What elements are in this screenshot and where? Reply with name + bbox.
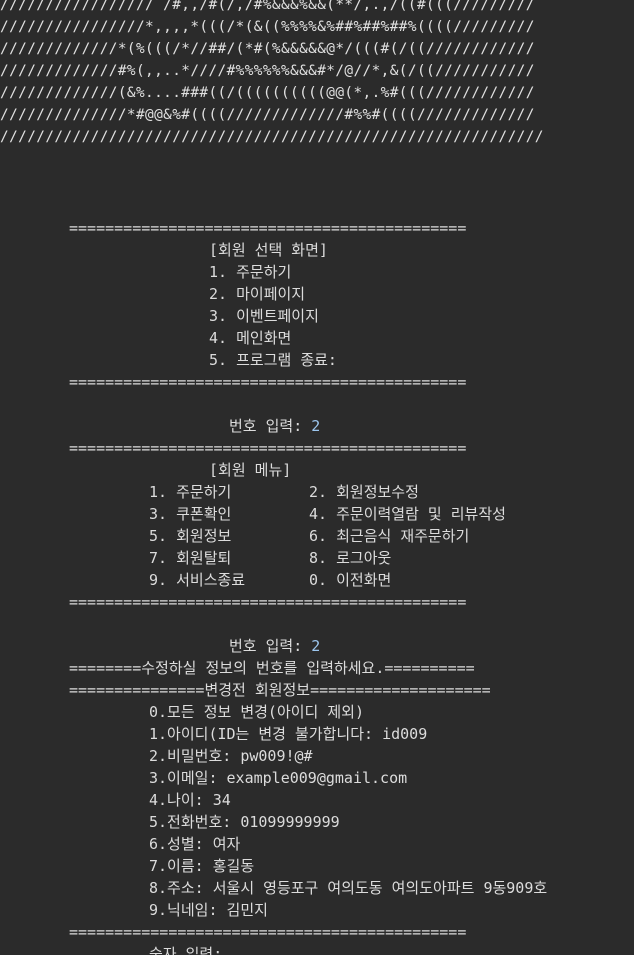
select-menu-item: 4. 메인화면 (209, 329, 292, 347)
prompt-label: 번호 입력: (229, 417, 312, 435)
info-line: 5.전화번호: 01099999999 (149, 813, 340, 831)
before-info-header: ===============변경전 회원정보=================… (69, 681, 491, 699)
divider: ========================================… (69, 923, 467, 941)
ascii-art-line: ///////////////// /#,,/#(/,/#%&&&%&&(**/… (0, 0, 535, 13)
info-line: 6.성별: 여자 (149, 835, 241, 853)
member-menu-item: 1. 주문하기 (149, 483, 232, 501)
select-menu-item: 5. 프로그램 종료: (209, 351, 337, 369)
info-line: 3.이메일: example009@gmail.com (149, 769, 408, 787)
member-menu-item: 7. 회원탈퇴 (149, 549, 232, 567)
member-menu-item: 9. 서비스종료 (149, 571, 246, 589)
info-line: 0.모든 정보 변경(아이디 제외) (149, 703, 365, 721)
member-menu-item: 0. 이전화면 (309, 571, 392, 589)
divider: ========================================… (69, 593, 467, 611)
number-input-prompt[interactable]: 숫자 입력: (149, 943, 222, 955)
info-line: 1.아이디(ID는 변경 불가합니다: id009 (149, 725, 428, 743)
prompt-value: 2 (311, 637, 321, 655)
edit-instruction-header: ========수정하실 정보의 번호를 입력하세요.========== (69, 659, 475, 677)
info-line: 8.주소: 서울시 영등포구 여의도동 여의도아파트 9동909호 (149, 879, 548, 897)
number-input-prompt: 번호 입력: 2 (229, 635, 320, 657)
info-line: 9.닉네임: 김민지 (149, 901, 268, 919)
member-menu-item: 2. 회원정보수정 (309, 483, 419, 501)
info-line: 2.비밀번호: pw009!@# (149, 747, 313, 765)
divider: ========================================… (69, 219, 467, 237)
number-input-prompt: 번호 입력: 2 (229, 415, 320, 437)
console-output: ///////////////// /#,,/#(/,/#%&&&%&&(**/… (0, 0, 634, 955)
prompt-value: 2 (311, 417, 321, 435)
member-menu-item: 6. 최근음식 재주문하기 (309, 527, 470, 545)
divider: ========================================… (69, 373, 467, 391)
member-menu-item: 3. 쿠폰확인 (149, 505, 232, 523)
divider: ========================================… (69, 439, 467, 457)
member-menu-title: [회원 메뉴] (209, 461, 292, 479)
member-menu-item: 5. 회원정보 (149, 527, 232, 545)
ascii-art-line: ////////////////*,,,,*(((/*(&((%%%%&%##%… (0, 19, 535, 35)
member-menu-item: 4. 주문이력열람 및 리뷰작성 (309, 505, 506, 523)
prompt-label: 번호 입력: (229, 637, 312, 655)
select-screen-title: [회원 선택 화면] (209, 241, 328, 259)
select-menu-item: 3. 이벤트페이지 (209, 307, 319, 325)
ascii-art-line: /////////////#%(,,..*////#%%%%%%&&&#*/@/… (0, 63, 535, 79)
info-line: 7.이름: 홍길동 (149, 857, 255, 875)
ascii-art-line: /////////////*(%(((/*//##/(*#(%&&&&&@*/(… (0, 41, 535, 57)
ascii-art-line: //////////////*#@@&%#((((/////////////#%… (0, 107, 535, 123)
info-line: 4.나이: 34 (149, 791, 231, 809)
member-menu-item: 8. 로그아웃 (309, 549, 392, 567)
select-menu-item: 2. 마이페이지 (209, 285, 306, 303)
select-menu-item: 1. 주문하기 (209, 263, 292, 281)
ascii-art-line: /////////////(&%....###((/((((((((((@@(*… (0, 85, 535, 101)
ascii-art-line: ////////////////////////////////////////… (0, 129, 544, 145)
